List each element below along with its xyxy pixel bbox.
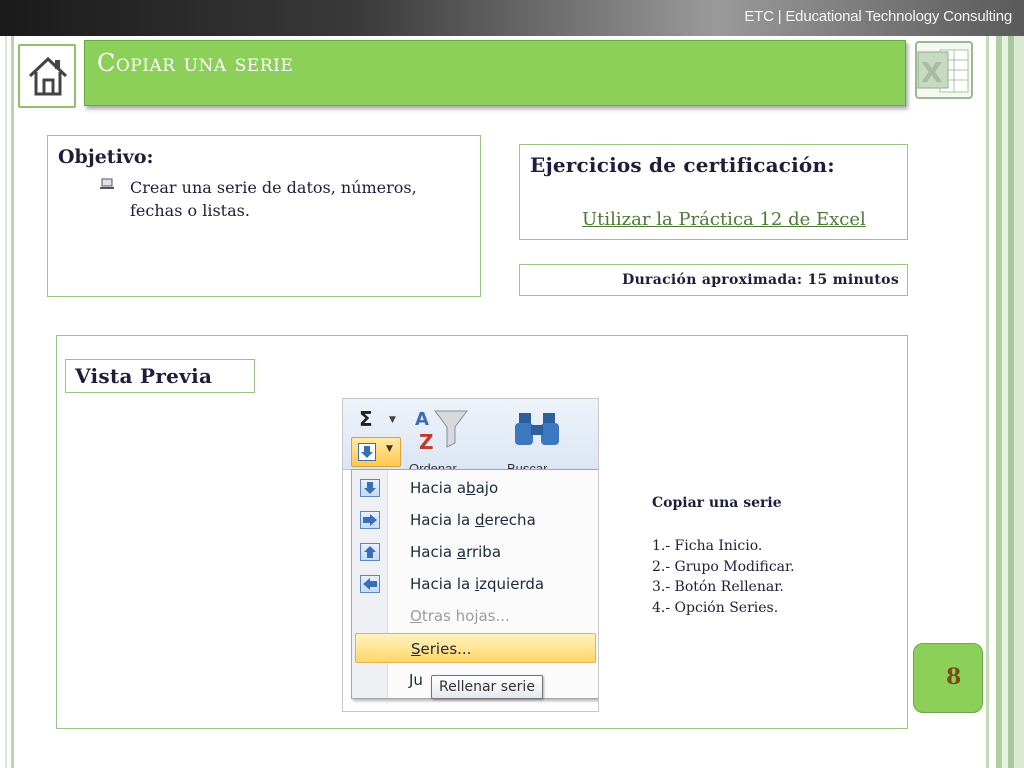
menu-item-up[interactable]: Hacia arriba: [352, 537, 598, 567]
left-border: [0, 36, 14, 768]
svg-text:A: A: [415, 409, 429, 430]
autosum-dropdown-icon: ▼: [389, 415, 396, 425]
practice-link[interactable]: Utilizar la Práctica 12 de Excel: [582, 209, 866, 230]
binoculars-icon: [515, 413, 559, 445]
instruction-step: 2.- Grupo Modificar.: [652, 558, 795, 575]
arrow-up-icon: [360, 543, 380, 561]
fill-dropdown-icon: ▼: [386, 444, 393, 454]
instruction-step: 3.- Botón Rellenar.: [652, 579, 784, 595]
objective-text: Crear una serie de datos, números, fecha…: [130, 178, 417, 220]
autosum-icon: Σ: [359, 407, 373, 431]
laptop-bullet-icon: [100, 178, 114, 189]
preview-label: Vista Previa: [75, 364, 213, 388]
instruction-step: 4.- Opción Series.: [652, 599, 779, 616]
page-number: 8: [946, 664, 962, 690]
fill-down-icon: [358, 443, 376, 461]
menu-item-down[interactable]: Hacia abajo: [352, 473, 598, 503]
menu-item-left[interactable]: Hacia la izquierda: [352, 569, 598, 599]
fill-button[interactable]: ▼: [351, 437, 401, 467]
fill-series-tooltip: Rellenar serie: [431, 675, 543, 699]
objective-panel: Objetivo: Crear una serie de datos, núme…: [47, 135, 481, 297]
fill-menu: Hacia abajo Hacia la derecha Hacia arrib…: [351, 469, 598, 699]
certification-title: Ejercicios de certificación:: [530, 153, 835, 177]
instruction-step: 1.- Ficha Inicio.: [652, 538, 763, 554]
menu-item-series[interactable]: Series...: [355, 633, 596, 663]
page-number-badge: 8: [913, 643, 983, 713]
instructions-list: 1.- Ficha Inicio. 2.- Grupo Modificar. 3…: [652, 536, 795, 618]
svg-text:Z: Z: [419, 430, 434, 454]
menu-item-other-sheets: Otras hojas...: [410, 607, 510, 625]
title-bar: Copiar una serie: [84, 40, 906, 106]
objective-title: Objetivo:: [58, 146, 154, 168]
certification-panel: Ejercicios de certificación: Utilizar la…: [519, 144, 908, 240]
sort-filter-icon: A Z: [415, 409, 468, 454]
excel-logo-icon: X: [915, 41, 973, 99]
menu-item-right[interactable]: Hacia la derecha: [352, 505, 598, 535]
arrow-right-icon: [360, 511, 380, 529]
arrow-down-icon: [360, 479, 380, 497]
arrow-left-icon: [360, 575, 380, 593]
preview-label-box: Vista Previa: [65, 359, 255, 393]
page-title: Copiar una serie: [97, 49, 294, 77]
brand-text: ETC | Educational Technology Consulting: [744, 8, 1012, 25]
excel-screenshot: Σ ▼ A Z ▼ Ordenar Buscar Hac: [342, 398, 599, 712]
menu-item-justify-partial[interactable]: Ju: [409, 671, 423, 689]
svg-text:X: X: [921, 56, 943, 89]
ribbon: Σ ▼ A Z ▼ Ordenar Buscar: [343, 399, 598, 476]
right-border: [982, 36, 1024, 768]
home-button[interactable]: [18, 44, 76, 108]
instructions-title: Copiar una serie: [652, 495, 782, 511]
duration-text: Duración aproximada: 15 minutos: [622, 272, 899, 288]
top-banner: ETC | Educational Technology Consulting: [0, 0, 1024, 36]
duration-panel: Duración aproximada: 15 minutos: [519, 264, 908, 296]
home-icon: [28, 56, 68, 96]
